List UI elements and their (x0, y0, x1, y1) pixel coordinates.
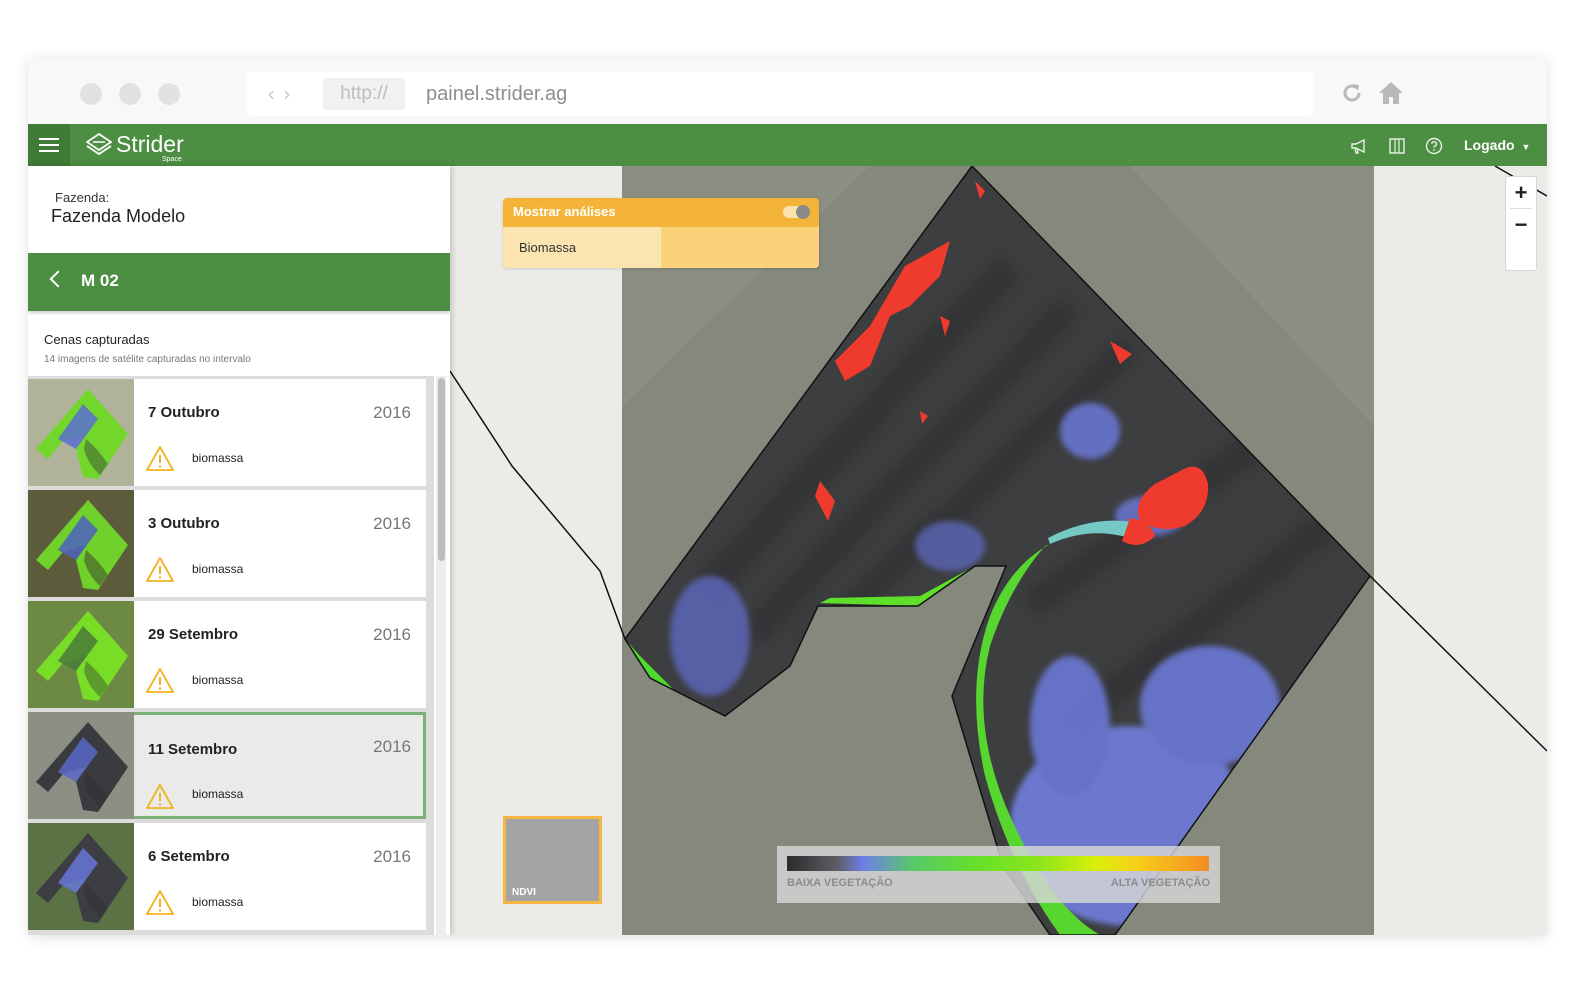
farm-label: Fazenda: (55, 190, 110, 205)
scene-card[interactable]: 7 Outubro 2016 biomassa (28, 379, 426, 486)
sidebar: Fazenda: Fazenda Modelo M 02 Cenas captu… (28, 166, 450, 935)
scene-year: 2016 (373, 847, 411, 866)
scene-analysis-tag: biomassa (192, 673, 244, 687)
legend-gradient (787, 856, 1209, 871)
url-protocol: http:// (323, 78, 405, 110)
warning-icon (146, 784, 174, 809)
window-minimize-dot[interactable] (119, 83, 141, 105)
scene-thumbnail[interactable] (28, 490, 134, 597)
back-forward-icon[interactable]: ‹› (267, 82, 299, 106)
layer-label: NDVI (512, 887, 536, 898)
app-header: Strider Space Logado ▼ (28, 124, 1547, 166)
scene-analysis-tag: biomassa (192, 787, 244, 801)
analysis-header[interactable]: Mostrar análises (503, 198, 819, 227)
scene-thumbnail[interactable] (28, 712, 134, 819)
scene-card[interactable]: 29 Setembro 2016 biomassa (28, 601, 426, 708)
window-maximize-dot[interactable] (158, 83, 180, 105)
ndvi-legend: BAIXA VEGETAÇÃO ALTA VEGETAÇÃO (777, 846, 1220, 903)
warning-icon (146, 890, 174, 915)
scene-list[interactable]: 7 Outubro 2016 biomassa 3 Outubro 2016 biomas… (28, 376, 434, 935)
url-text[interactable]: painel.strider.ag (426, 83, 567, 106)
layer-selector-ndvi[interactable]: NDVI (503, 816, 602, 904)
satellite-map[interactable] (450, 166, 1547, 935)
map-view[interactable]: Mostrar análises Biomassa + − NDVI BAIXA… (450, 166, 1547, 935)
scene-date: 3 Outubro (148, 515, 220, 532)
analysis-option-biomassa[interactable]: Biomassa (519, 240, 576, 255)
scene-card[interactable]: 11 Setembro 2016 biomassa (28, 712, 426, 819)
analysis-toggle[interactable] (783, 205, 810, 219)
toggle-knob (796, 205, 810, 219)
logo-text: Strider (116, 131, 184, 157)
legend-low-label: BAIXA VEGETAÇÃO (787, 877, 893, 889)
scene-date: 7 Outubro (148, 404, 220, 421)
zoom-in-button[interactable]: + (1506, 177, 1536, 208)
scenes-title: Cenas capturadas (44, 332, 150, 347)
scene-date: 11 Setembro (148, 741, 238, 758)
back-arrow-icon[interactable] (49, 270, 67, 288)
scene-date: 6 Setembro (148, 848, 230, 865)
scene-year: 2016 (373, 514, 411, 533)
browser-window: ‹› http:// painel.strider.ag Strider Spa… (28, 58, 1547, 935)
map-book-icon[interactable] (1388, 137, 1406, 155)
menu-button[interactable] (28, 124, 70, 166)
logo-subtext: Space (162, 156, 182, 163)
announcement-icon[interactable] (1350, 137, 1368, 155)
scene-year: 2016 (373, 403, 411, 422)
scene-year: 2016 (373, 737, 411, 756)
scene-analysis-tag: biomassa (192, 451, 244, 465)
scene-analysis-tag: biomassa (192, 895, 244, 909)
field-header: M 02 (28, 253, 450, 311)
warning-icon (146, 668, 174, 693)
reload-icon[interactable] (1339, 80, 1365, 106)
analysis-panel: Mostrar análises Biomassa (503, 198, 819, 268)
farm-name: Fazenda Modelo (51, 206, 186, 226)
address-bar[interactable]: ‹› http:// painel.strider.ag (247, 72, 1313, 116)
strider-logo-icon (86, 133, 112, 156)
window-close-dot[interactable] (80, 83, 102, 105)
user-menu[interactable]: Logado ▼ (1464, 137, 1530, 153)
scene-date: 29 Setembro (148, 626, 239, 643)
scene-thumbnail[interactable] (28, 823, 134, 930)
analysis-title: Mostrar análises (513, 204, 616, 219)
analysis-option-cell[interactable]: Biomassa (503, 227, 661, 268)
user-label: Logado (1464, 137, 1515, 153)
field-name: M 02 (81, 271, 119, 290)
scenes-subtitle: 14 imagens de satélite capturadas no int… (44, 354, 251, 365)
scene-analysis-tag: biomassa (192, 562, 244, 576)
legend-high-label: ALTA VEGETAÇÃO (1110, 877, 1210, 889)
help-icon[interactable] (1425, 137, 1443, 155)
scene-year: 2016 (373, 625, 411, 644)
scene-thumbnail[interactable] (28, 379, 134, 486)
zoom-out-button[interactable]: − (1506, 209, 1536, 240)
home-icon[interactable] (1378, 80, 1404, 106)
scene-card[interactable]: 6 Setembro 2016 biomassa (28, 823, 426, 930)
analysis-option-row[interactable]: Biomassa (503, 227, 819, 268)
warning-icon (146, 446, 174, 471)
warning-icon (146, 557, 174, 582)
browser-chrome: ‹› http:// painel.strider.ag (28, 58, 1547, 124)
zoom-control: + − (1505, 176, 1537, 271)
chevron-down-icon: ▼ (1521, 142, 1531, 152)
scene-thumbnail[interactable] (28, 601, 134, 708)
scrollbar-thumb[interactable] (438, 378, 445, 561)
scene-card[interactable]: 3 Outubro 2016 biomassa (28, 490, 426, 597)
